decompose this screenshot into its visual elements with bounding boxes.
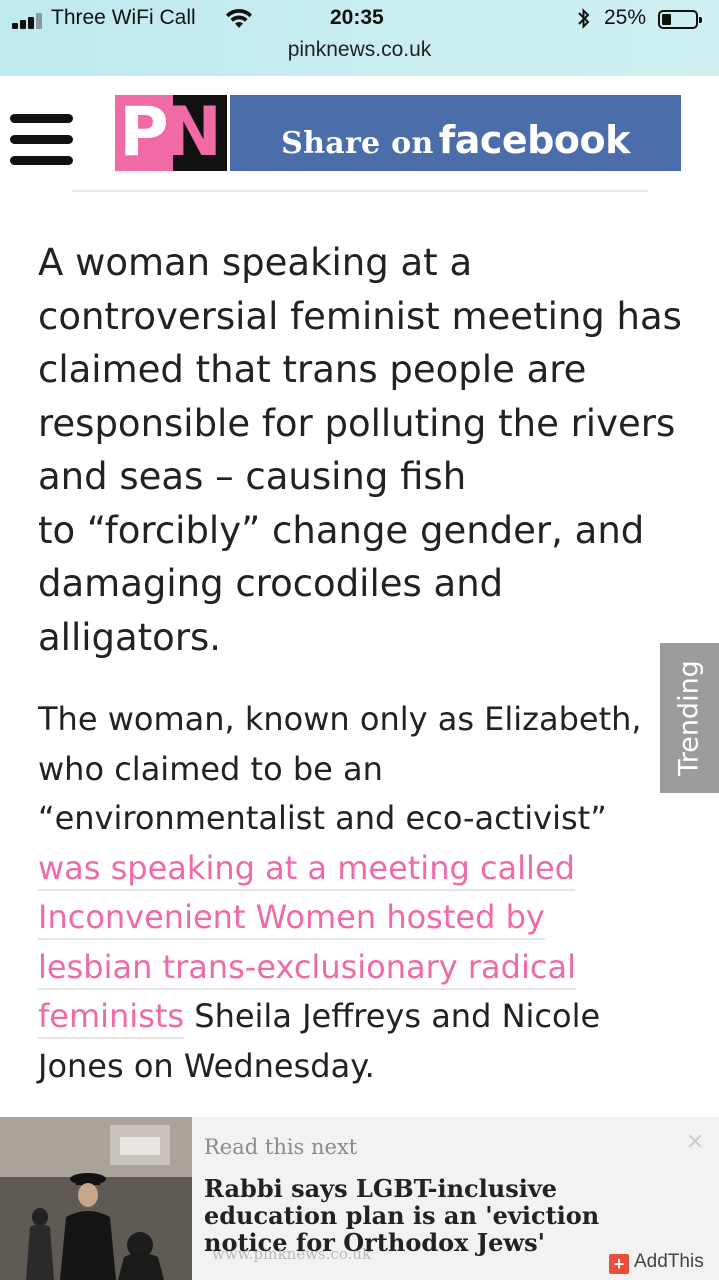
article-paragraph-2: The woman, known only as Elizabeth, who … — [38, 695, 648, 1091]
share-on-facebook-button[interactable]: Share on facebook — [230, 95, 681, 171]
signal-icon — [12, 13, 44, 29]
text-line: alligators. — [38, 615, 222, 659]
text-line: The woman, known only as Elizabeth, — [38, 700, 642, 738]
text-line: and seas – causing fish — [38, 455, 467, 498]
close-icon[interactable]: × — [686, 1129, 704, 1154]
article-paragraph-1: A woman speaking at a controversial femi… — [38, 236, 682, 664]
text-line: who claimed to be an — [38, 749, 383, 788]
text-line: Sheila Jeffreys and Nicole — [184, 997, 601, 1035]
article-link[interactable]: lesbian trans-exclusionary radical — [38, 947, 576, 990]
read-next-source: www.pinknews.co.uk — [212, 1245, 372, 1263]
url-bar[interactable]: pinknews.co.uk — [0, 38, 719, 62]
text-line: responsible for polluting the rivers — [38, 401, 676, 445]
wifi-icon — [226, 8, 252, 28]
article-link[interactable]: feminists — [38, 997, 185, 1039]
status-bar: Three WiFi Call 20:35 25% pinknews.co.uk — [0, 0, 719, 76]
addthis-plus-icon: + — [609, 1254, 629, 1274]
text-line: claimed that trans people are — [38, 348, 587, 391]
article-thumbnail[interactable] — [0, 1117, 192, 1280]
bluetooth-icon — [578, 8, 590, 29]
pinknews-logo[interactable]: PN — [115, 95, 227, 171]
text-line: “environmentalist and eco-activist” — [38, 799, 607, 837]
text-line: controversial feminist meeting has — [38, 294, 682, 338]
carrier-name: Three WiFi Call — [51, 6, 196, 29]
addthis-label: AddThis — [634, 1251, 704, 1272]
read-next-label: Read this next — [204, 1135, 358, 1159]
text-line: Jones on Wednesday. — [38, 1046, 375, 1085]
clock: 20:35 — [330, 6, 384, 29]
addthis-button[interactable]: + AddThis — [609, 1251, 704, 1275]
article-link[interactable]: was speaking at a meeting called — [38, 848, 575, 891]
site-header: PN Share on facebook — [0, 76, 719, 196]
read-next-banner[interactable]: Read this next Rabbi says LGBT-inclusive… — [0, 1117, 719, 1280]
facebook-label: facebook — [438, 118, 631, 162]
text-line: to “forcibly” change gender, and — [38, 508, 645, 552]
share-on-label: Share on — [281, 126, 434, 161]
text-line: damaging crocodiles and — [38, 562, 504, 605]
battery-icon — [658, 10, 702, 29]
trending-label: Trending — [673, 660, 705, 776]
header-divider — [72, 190, 648, 192]
hamburger-menu-icon[interactable] — [10, 114, 73, 166]
trending-tab[interactable]: Trending — [660, 643, 719, 793]
text-line: A woman speaking at a — [38, 241, 473, 284]
article-link[interactable]: Inconvenient Women hosted by — [38, 898, 545, 940]
battery-percent: 25% — [604, 6, 647, 29]
read-next-title[interactable]: Rabbi says LGBT-inclusive education plan… — [204, 1175, 684, 1256]
